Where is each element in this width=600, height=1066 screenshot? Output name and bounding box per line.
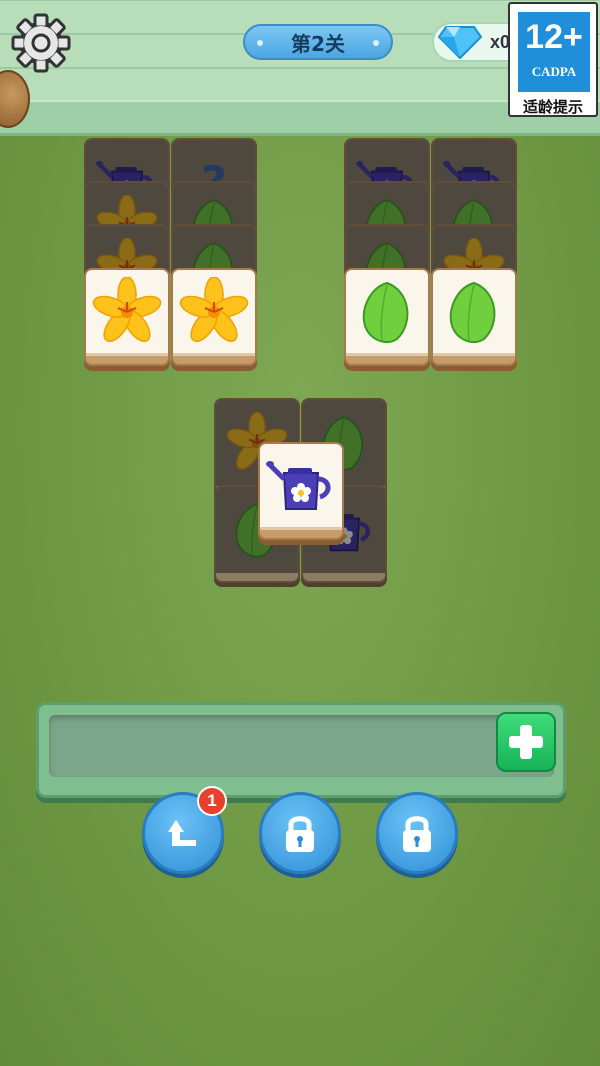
lock-icon (403, 816, 431, 852)
locked-tool-button[interactable] (376, 792, 458, 874)
undo-count-badge: 1 (197, 786, 227, 816)
lock-icon (286, 816, 314, 852)
plus-icon (509, 725, 543, 759)
locked-tool-button[interactable] (259, 792, 341, 874)
watering-can-icon (266, 451, 336, 521)
tray-slot-area (49, 715, 554, 777)
level-indicator: 第2关 (243, 24, 393, 60)
expand-tray-button[interactable] (496, 712, 556, 772)
tile-selectable[interactable] (344, 268, 430, 366)
gear-icon (11, 13, 71, 73)
age-rating-badge: 12+ CADPA 适龄提示 (508, 2, 598, 117)
lily-flower-icon (179, 277, 249, 347)
age-rating-value: 12+ (525, 18, 583, 56)
age-rating-box: 12+ CADPA (518, 12, 590, 92)
level-label: 第2关 (291, 31, 345, 56)
tile-selectable[interactable] (431, 268, 517, 366)
lily-flower-icon (92, 277, 162, 347)
age-rating-caption: 适龄提示 (522, 98, 583, 116)
undo-arrow-icon (168, 820, 196, 846)
age-rating-org: CADPA (531, 64, 577, 79)
leaf-icon (352, 277, 422, 347)
tile-selectable[interactable] (171, 268, 257, 366)
diamond-icon (438, 26, 482, 59)
tile-tray (36, 702, 566, 798)
leaf-icon (439, 277, 509, 347)
tile-selectable[interactable] (258, 442, 344, 540)
pill-dot (373, 40, 379, 46)
settings-button[interactable] (10, 12, 72, 74)
tile-selectable[interactable] (84, 268, 170, 366)
pill-dot (257, 40, 263, 46)
